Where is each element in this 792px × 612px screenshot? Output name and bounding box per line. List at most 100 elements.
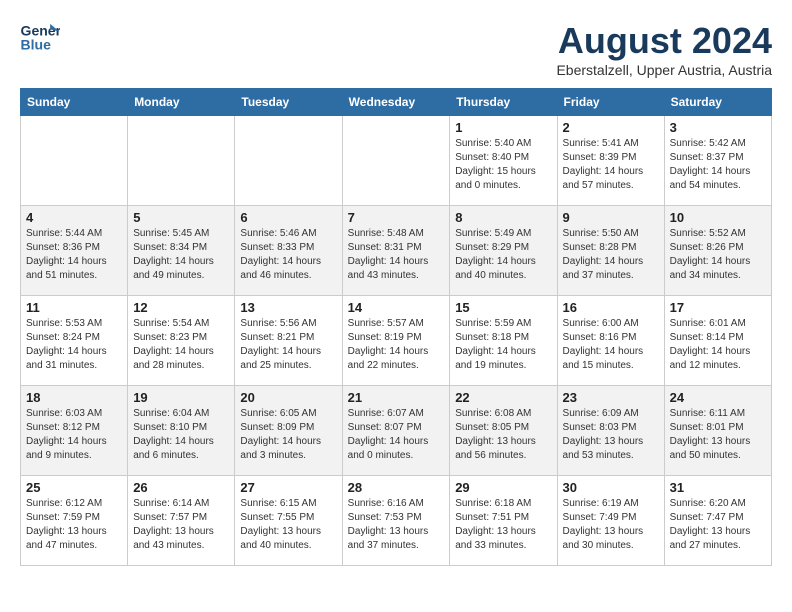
calendar-cell: 22 Sunrise: 6:08 AM Sunset: 8:05 PM Dayli…: [450, 386, 557, 476]
calendar-week-4: 18 Sunrise: 6:03 AM Sunset: 8:12 PM Dayli…: [21, 386, 772, 476]
day-info: Sunrise: 5:46 AM Sunset: 8:33 PM Dayligh…: [240, 227, 336, 283]
day-number: 24: [670, 390, 766, 405]
day-info: Sunrise: 6:20 AM Sunset: 7:47 PM Dayligh…: [670, 497, 766, 553]
calendar-cell: 28 Sunrise: 6:16 AM Sunset: 7:53 PM Dayli…: [342, 476, 450, 566]
calendar-week-5: 25 Sunrise: 6:12 AM Sunset: 7:59 PM Dayli…: [21, 476, 772, 566]
calendar-week-1: 1Sunrise: 5:40 AM Sunset: 8:40 PM Daylig…: [21, 116, 772, 206]
calendar-cell: 1Sunrise: 5:40 AM Sunset: 8:40 PM Daylig…: [450, 116, 557, 206]
day-info: Sunrise: 5:53 AM Sunset: 8:24 PM Dayligh…: [26, 317, 122, 373]
svg-text:Blue: Blue: [21, 37, 52, 53]
day-number: 8: [455, 210, 551, 225]
weekday-header-wednesday: Wednesday: [342, 89, 450, 116]
day-number: 5: [133, 210, 229, 225]
title-block: August 2024 Eberstalzell, Upper Austria,…: [556, 20, 772, 78]
day-number: 25: [26, 480, 122, 495]
weekday-header-row: SundayMondayTuesdayWednesdayThursdayFrid…: [21, 89, 772, 116]
day-info: Sunrise: 5:50 AM Sunset: 8:28 PM Dayligh…: [563, 227, 659, 283]
day-info: Sunrise: 5:48 AM Sunset: 8:31 PM Dayligh…: [348, 227, 445, 283]
day-number: 16: [563, 300, 659, 315]
day-info: Sunrise: 6:12 AM Sunset: 7:59 PM Dayligh…: [26, 497, 122, 553]
page-header: General Blue August 2024 Eberstalzell, U…: [20, 20, 772, 78]
day-info: Sunrise: 5:44 AM Sunset: 8:36 PM Dayligh…: [26, 227, 122, 283]
calendar-cell: 4 Sunrise: 5:44 AM Sunset: 8:36 PM Daylig…: [21, 206, 128, 296]
day-number: 22: [455, 390, 551, 405]
logo: General Blue: [20, 20, 64, 55]
logo-icon: General Blue: [20, 20, 60, 55]
weekday-header-friday: Friday: [557, 89, 664, 116]
day-number: 4: [26, 210, 122, 225]
calendar-week-3: 11 Sunrise: 5:53 AM Sunset: 8:24 PM Dayli…: [21, 296, 772, 386]
calendar-cell: 25 Sunrise: 6:12 AM Sunset: 7:59 PM Dayli…: [21, 476, 128, 566]
day-number: 10: [670, 210, 766, 225]
day-info: Sunrise: 6:11 AM Sunset: 8:01 PM Dayligh…: [670, 407, 766, 463]
calendar-cell: 18 Sunrise: 6:03 AM Sunset: 8:12 PM Dayli…: [21, 386, 128, 476]
location: Eberstalzell, Upper Austria, Austria: [556, 62, 772, 78]
calendar-cell: [128, 116, 235, 206]
day-info: Sunrise: 6:04 AM Sunset: 8:10 PM Dayligh…: [133, 407, 229, 463]
calendar-cell: 31Sunrise: 6:20 AM Sunset: 7:47 PM Dayli…: [664, 476, 771, 566]
day-info: Sunrise: 6:16 AM Sunset: 7:53 PM Dayligh…: [348, 497, 445, 553]
day-info: Sunrise: 5:42 AM Sunset: 8:37 PM Dayligh…: [670, 137, 766, 193]
day-info: Sunrise: 6:09 AM Sunset: 8:03 PM Dayligh…: [563, 407, 659, 463]
calendar-cell: 9 Sunrise: 5:50 AM Sunset: 8:28 PM Daylig…: [557, 206, 664, 296]
day-number: 6: [240, 210, 336, 225]
day-number: 18: [26, 390, 122, 405]
day-info: Sunrise: 5:52 AM Sunset: 8:26 PM Dayligh…: [670, 227, 766, 283]
calendar-week-2: 4 Sunrise: 5:44 AM Sunset: 8:36 PM Daylig…: [21, 206, 772, 296]
calendar-cell: 7 Sunrise: 5:48 AM Sunset: 8:31 PM Daylig…: [342, 206, 450, 296]
weekday-header-thursday: Thursday: [450, 89, 557, 116]
calendar-cell: 29 Sunrise: 6:18 AM Sunset: 7:51 PM Dayli…: [450, 476, 557, 566]
day-number: 11: [26, 300, 122, 315]
day-number: 14: [348, 300, 445, 315]
day-info: Sunrise: 5:56 AM Sunset: 8:21 PM Dayligh…: [240, 317, 336, 373]
day-info: Sunrise: 6:00 AM Sunset: 8:16 PM Dayligh…: [563, 317, 659, 373]
calendar-cell: 26 Sunrise: 6:14 AM Sunset: 7:57 PM Dayli…: [128, 476, 235, 566]
day-number: 15: [455, 300, 551, 315]
day-number: 21: [348, 390, 445, 405]
day-number: 29: [455, 480, 551, 495]
calendar-cell: [21, 116, 128, 206]
calendar-cell: 30 Sunrise: 6:19 AM Sunset: 7:49 PM Dayli…: [557, 476, 664, 566]
calendar-cell: 8 Sunrise: 5:49 AM Sunset: 8:29 PM Daylig…: [450, 206, 557, 296]
day-info: Sunrise: 6:08 AM Sunset: 8:05 PM Dayligh…: [455, 407, 551, 463]
calendar-cell: 10 Sunrise: 5:52 AM Sunset: 8:26 PM Dayli…: [664, 206, 771, 296]
day-info: Sunrise: 6:03 AM Sunset: 8:12 PM Dayligh…: [26, 407, 122, 463]
day-info: Sunrise: 5:59 AM Sunset: 8:18 PM Dayligh…: [455, 317, 551, 373]
day-info: Sunrise: 5:54 AM Sunset: 8:23 PM Dayligh…: [133, 317, 229, 373]
day-number: 13: [240, 300, 336, 315]
day-number: 20: [240, 390, 336, 405]
day-info: Sunrise: 5:49 AM Sunset: 8:29 PM Dayligh…: [455, 227, 551, 283]
calendar-cell: 15 Sunrise: 5:59 AM Sunset: 8:18 PM Dayli…: [450, 296, 557, 386]
day-info: Sunrise: 5:57 AM Sunset: 8:19 PM Dayligh…: [348, 317, 445, 373]
calendar-cell: 11 Sunrise: 5:53 AM Sunset: 8:24 PM Dayli…: [21, 296, 128, 386]
day-info: Sunrise: 6:07 AM Sunset: 8:07 PM Dayligh…: [348, 407, 445, 463]
day-number: 28: [348, 480, 445, 495]
day-number: 2: [563, 120, 659, 135]
calendar-table: SundayMondayTuesdayWednesdayThursdayFrid…: [20, 88, 772, 566]
weekday-header-sunday: Sunday: [21, 89, 128, 116]
day-number: 9: [563, 210, 659, 225]
day-info: Sunrise: 6:14 AM Sunset: 7:57 PM Dayligh…: [133, 497, 229, 553]
day-info: Sunrise: 6:05 AM Sunset: 8:09 PM Dayligh…: [240, 407, 336, 463]
calendar-cell: 27Sunrise: 6:15 AM Sunset: 7:55 PM Dayli…: [235, 476, 342, 566]
weekday-header-monday: Monday: [128, 89, 235, 116]
calendar-cell: 21 Sunrise: 6:07 AM Sunset: 8:07 PM Dayli…: [342, 386, 450, 476]
day-info: Sunrise: 5:41 AM Sunset: 8:39 PM Dayligh…: [563, 137, 659, 193]
calendar-cell: 3Sunrise: 5:42 AM Sunset: 8:37 PM Daylig…: [664, 116, 771, 206]
calendar-cell: 12 Sunrise: 5:54 AM Sunset: 8:23 PM Dayli…: [128, 296, 235, 386]
day-info: Sunrise: 5:45 AM Sunset: 8:34 PM Dayligh…: [133, 227, 229, 283]
calendar-cell: 19 Sunrise: 6:04 AM Sunset: 8:10 PM Dayli…: [128, 386, 235, 476]
day-info: Sunrise: 6:01 AM Sunset: 8:14 PM Dayligh…: [670, 317, 766, 373]
calendar-cell: 17 Sunrise: 6:01 AM Sunset: 8:14 PM Dayli…: [664, 296, 771, 386]
day-number: 19: [133, 390, 229, 405]
day-number: 7: [348, 210, 445, 225]
day-number: 26: [133, 480, 229, 495]
day-info: Sunrise: 6:15 AM Sunset: 7:55 PM Dayligh…: [240, 497, 336, 553]
day-info: Sunrise: 6:18 AM Sunset: 7:51 PM Dayligh…: [455, 497, 551, 553]
day-number: 30: [563, 480, 659, 495]
calendar-cell: [235, 116, 342, 206]
day-info: Sunrise: 6:19 AM Sunset: 7:49 PM Dayligh…: [563, 497, 659, 553]
day-number: 17: [670, 300, 766, 315]
calendar-cell: 6 Sunrise: 5:46 AM Sunset: 8:33 PM Daylig…: [235, 206, 342, 296]
day-number: 12: [133, 300, 229, 315]
